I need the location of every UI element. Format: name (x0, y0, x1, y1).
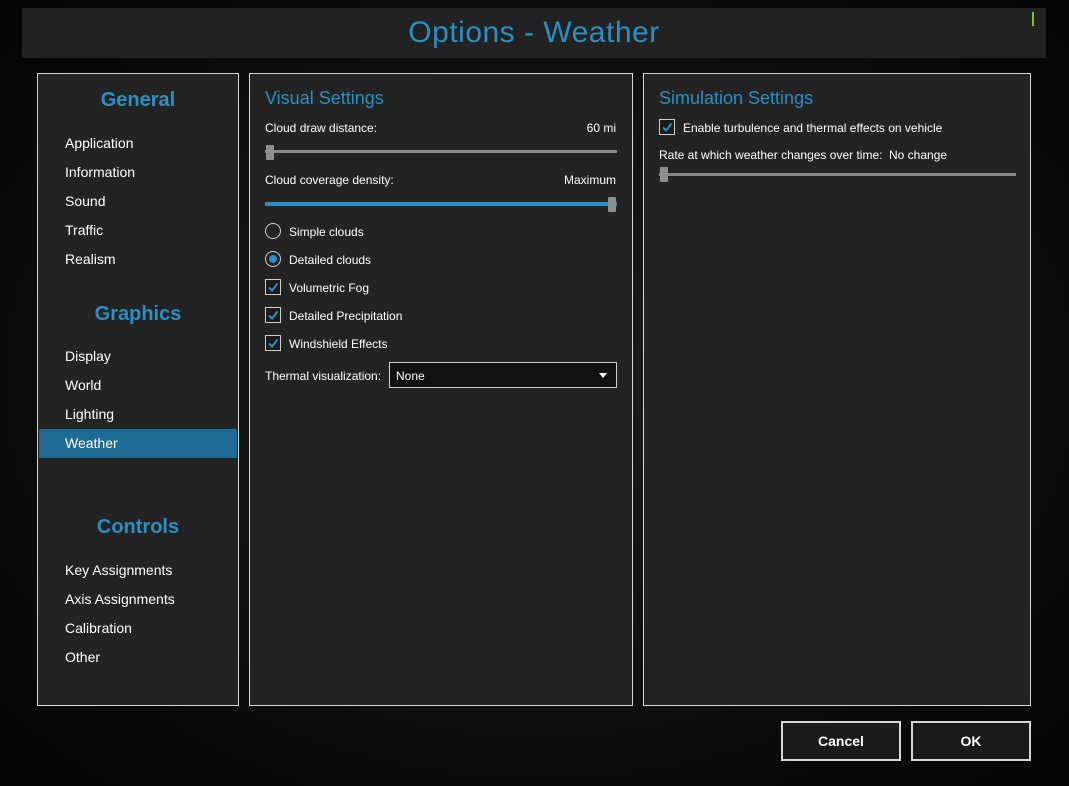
detailed-clouds-label: Detailed clouds (289, 253, 372, 267)
nav-item-sound[interactable]: Sound (39, 187, 237, 216)
cloud-draw-distance-thumb[interactable] (266, 145, 274, 160)
nav-item-traffic[interactable]: Traffic (39, 216, 237, 245)
weather-change-rate-value: No change (889, 148, 948, 162)
nav-header-general: General (100, 89, 176, 111)
cloud-coverage-density-thumb[interactable] (608, 197, 616, 212)
visual-settings-title: Visual Settings (265, 88, 384, 108)
simple-clouds-label: Simple clouds (289, 225, 364, 239)
volumetric-fog-label: Volumetric Fog (289, 281, 370, 295)
weather-change-rate-thumb[interactable] (660, 167, 668, 182)
nav-item-realism[interactable]: Realism (39, 245, 237, 274)
title-bar: Options - Weather (22, 8, 1046, 58)
turbulence-checkbox[interactable] (659, 119, 675, 135)
cloud-draw-distance-track[interactable] (265, 150, 617, 153)
nav-item-weather[interactable]: Weather (39, 429, 237, 458)
thermal-visualization-dropdown[interactable]: None (389, 362, 617, 388)
windshield-effects-label: Windshield Effects (289, 337, 388, 351)
nav-header-controls: Controls (96, 516, 180, 538)
check-icon (268, 282, 279, 293)
nav-header-graphics: Graphics (94, 303, 182, 325)
status-indicator (1032, 12, 1034, 26)
weather-change-rate-track[interactable] (659, 173, 1016, 176)
nav-item-other[interactable]: Other (39, 643, 237, 672)
nav-item-axis-assignments[interactable]: Axis Assignments (39, 585, 237, 614)
detailed-precipitation-label: Detailed Precipitation (289, 309, 403, 323)
nav-item-application[interactable]: Application (39, 129, 237, 158)
ok-button[interactable]: OK (911, 721, 1031, 761)
nav-item-information[interactable]: Information (39, 158, 237, 187)
window-title: Options - Weather (408, 16, 660, 49)
cloud-coverage-density-fill (265, 202, 617, 206)
windshield-effects-checkbox[interactable] (265, 335, 281, 351)
volumetric-fog-checkbox[interactable] (265, 279, 281, 295)
cloud-draw-distance-value: 60 mi (586, 121, 616, 135)
weather-change-rate-label: Rate at which weather changes over time: (659, 148, 883, 162)
nav-item-lighting[interactable]: Lighting (39, 400, 237, 429)
check-icon (268, 310, 279, 321)
cancel-button[interactable]: Cancel (781, 721, 901, 761)
nav-item-world[interactable]: World (39, 371, 237, 400)
nav-item-key-assignments[interactable]: Key Assignments (39, 556, 237, 585)
cloud-draw-distance-label: Cloud draw distance: (265, 121, 378, 135)
check-icon (268, 338, 279, 349)
thermal-visualization-label: Thermal visualization: (265, 369, 382, 383)
thermal-visualization-value: None (396, 369, 425, 383)
simple-clouds-radio[interactable] (265, 223, 281, 239)
detailed-precipitation-checkbox[interactable] (265, 307, 281, 323)
chevron-down-icon (599, 373, 607, 378)
check-icon (662, 122, 673, 133)
detailed-clouds-radio[interactable] (265, 251, 281, 267)
nav-item-calibration[interactable]: Calibration (39, 614, 237, 643)
nav-panel: General Application Information Sound Tr… (37, 73, 239, 706)
nav-item-display[interactable]: Display (39, 342, 237, 371)
simulation-settings-title: Simulation Settings (659, 88, 814, 108)
cloud-coverage-density-value: Maximum (563, 173, 616, 187)
visual-settings-panel: Visual Settings Cloud draw distance: 60 … (249, 73, 633, 706)
cloud-coverage-density-label: Cloud coverage density: (265, 173, 394, 187)
simulation-settings-panel: Simulation Settings Enable turbulence an… (643, 73, 1031, 706)
turbulence-label: Enable turbulence and thermal effects on… (683, 121, 943, 135)
